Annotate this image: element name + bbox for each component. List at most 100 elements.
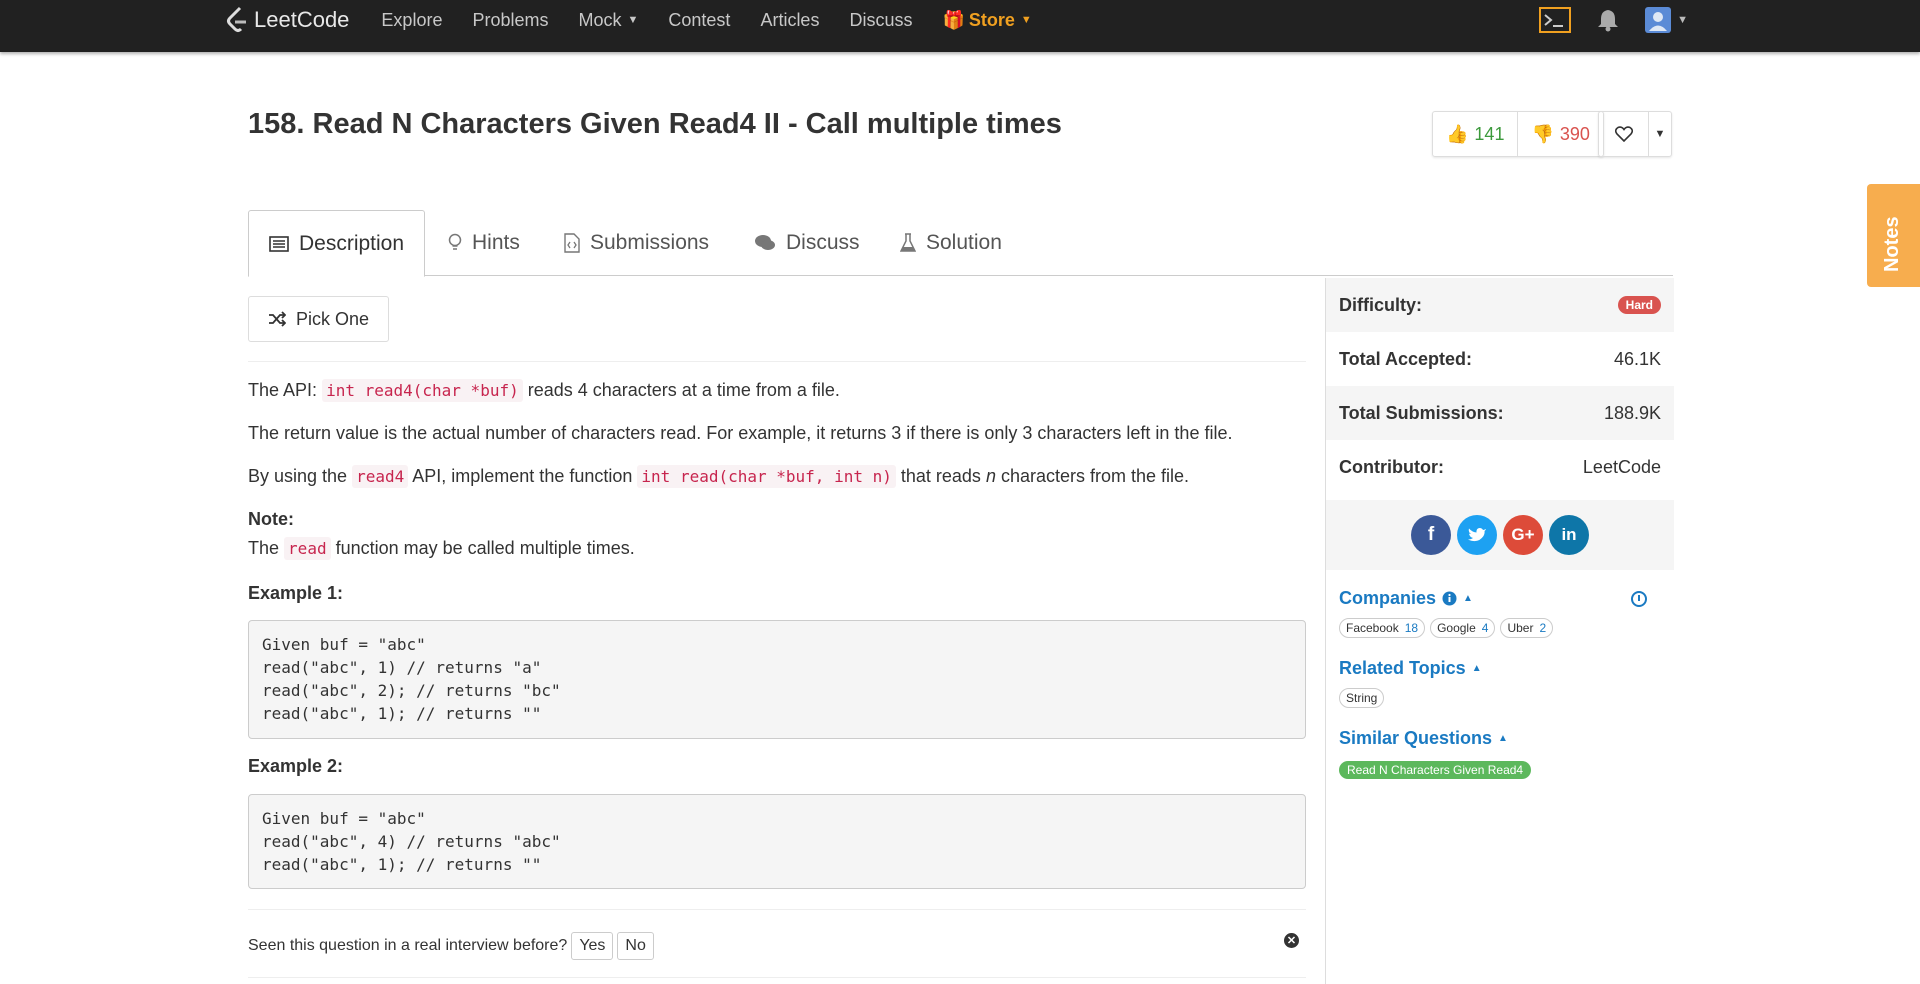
p3-n: n	[985, 466, 996, 486]
company-tag[interactable]: Google 4	[1430, 618, 1496, 638]
related-topics-toggle[interactable]: Related Topics ▲	[1339, 658, 1482, 679]
similar-questions-toggle[interactable]: Similar Questions ▲	[1339, 728, 1508, 749]
problem-tabs: Description Hints Submissions Discuss So…	[248, 210, 1673, 277]
clock-icon[interactable]	[1631, 591, 1647, 607]
tab-discuss[interactable]: Discuss	[754, 210, 860, 276]
note-text: The read function may be called multiple…	[248, 537, 635, 560]
company-tag[interactable]: Uber 2	[1500, 618, 1554, 638]
favorite-group: ▼	[1598, 111, 1672, 157]
p3-text-a: By using the	[248, 466, 348, 486]
interview-no-button[interactable]: No	[617, 932, 654, 960]
tab-description[interactable]: Description	[248, 210, 426, 277]
nav-explore[interactable]: Explore	[381, 10, 442, 31]
problem-title: 158. Read N Characters Given Read4 II - …	[248, 108, 1062, 140]
code-read-signature: int read(char *buf, int n)	[637, 465, 896, 488]
nav-problems[interactable]: Problems	[472, 10, 548, 31]
pick-one-label: Pick One	[295, 308, 370, 329]
tab-solution-label: Solution	[926, 231, 1002, 254]
gift-icon: 🎁	[942, 9, 965, 30]
accepted-label: Total Accepted:	[1339, 348, 1473, 369]
nav-mock-label: Mock	[578, 9, 622, 30]
nav-discuss[interactable]: Discuss	[849, 10, 912, 31]
tab-discuss-label: Discuss	[786, 231, 860, 254]
code-line: Given buf = "abc"	[262, 635, 426, 654]
code-read4: read4	[352, 465, 409, 488]
heart-icon	[1614, 126, 1633, 142]
comments-icon	[755, 235, 775, 250]
close-icon[interactable]: ✕	[1284, 933, 1299, 948]
list-icon	[269, 235, 289, 252]
difficulty-label: Difficulty:	[1339, 294, 1422, 315]
google-plus-icon[interactable]: G+	[1503, 515, 1543, 555]
code-line: read("abc", 1); // returns ""	[262, 855, 542, 874]
code-line: read("abc", 1) // returns "a"	[262, 658, 542, 677]
tab-solution[interactable]: Solution	[900, 210, 1002, 276]
interview-yes-button[interactable]: Yes	[571, 932, 614, 960]
company-count: 4	[1481, 621, 1489, 635]
tab-hints-label: Hints	[472, 231, 520, 254]
favorite-dropdown[interactable]: ▼	[1649, 112, 1671, 156]
caret-down-icon: ▼	[1020, 14, 1032, 26]
favorite-button[interactable]	[1599, 112, 1649, 156]
caret-down-icon: ▼	[1654, 128, 1666, 140]
nav-articles[interactable]: Articles	[760, 10, 819, 31]
terminal-icon[interactable]	[1539, 7, 1572, 33]
companies-title: Companies	[1339, 588, 1437, 608]
problem-sidebar: Difficulty: Hard Total Accepted: 46.1K T…	[1325, 278, 1674, 984]
logo-text: LeetCode	[254, 7, 350, 32]
code-file-icon	[564, 233, 580, 253]
code-read: read	[284, 537, 331, 560]
flask-icon	[900, 233, 916, 252]
example2-code-block: Given buf = "abc" read("abc", 4) // retu…	[248, 794, 1306, 889]
nav-store-label: Store	[968, 9, 1015, 30]
notes-tab[interactable]: Notes	[1867, 184, 1920, 287]
code-line: read("abc", 2); // returns "bc"	[262, 681, 561, 700]
submissions-label: Total Submissions:	[1339, 402, 1504, 423]
facebook-icon[interactable]: f	[1411, 515, 1451, 555]
interview-question: Seen this question in a real interview b…	[248, 937, 568, 954]
leetcode-logo-icon	[227, 6, 246, 32]
company-tag[interactable]: Facebook 18	[1339, 618, 1426, 638]
pick-one-button[interactable]: Pick One	[248, 296, 389, 342]
code-line: read("abc", 4) // returns "abc"	[262, 832, 561, 851]
note-text-a: The	[248, 538, 280, 558]
company-name: Facebook	[1346, 621, 1399, 635]
submissions-row: Total Submissions: 188.9K	[1326, 386, 1674, 440]
example2-heading: Example 2:	[248, 756, 344, 776]
p1-text-b: reads 4 characters at a time from a file…	[527, 380, 840, 400]
companies-toggle[interactable]: Companies ▲	[1339, 588, 1473, 609]
tab-submissions-label: Submissions	[590, 231, 710, 254]
topic-tag[interactable]: String	[1339, 688, 1385, 708]
submissions-value: 188.9K	[1603, 402, 1661, 423]
tab-hints[interactable]: Hints	[448, 210, 520, 276]
thumbs-up-icon: 👍	[1446, 123, 1469, 144]
avatar-icon[interactable]	[1645, 7, 1672, 33]
twitter-icon[interactable]	[1457, 515, 1497, 555]
tab-description-label: Description	[299, 231, 405, 255]
company-count: 18	[1404, 621, 1419, 635]
nav-contest[interactable]: Contest	[668, 10, 730, 31]
leetcode-logo[interactable]: LeetCode	[226, 6, 349, 34]
caret-down-icon[interactable]: ▼	[1677, 14, 1688, 26]
paragraph-api: The API: int read4(char *buf) reads 4 ch…	[248, 379, 840, 402]
divider	[248, 977, 1306, 978]
topic-tags: String	[1339, 688, 1385, 708]
similar-question-tag[interactable]: Read N Characters Given Read4	[1339, 761, 1532, 779]
linkedin-icon[interactable]: in	[1549, 515, 1589, 555]
like-button[interactable]: 👍 141	[1433, 112, 1519, 156]
contributor-value[interactable]: LeetCode	[1583, 457, 1661, 478]
lightbulb-icon	[448, 233, 462, 250]
dislike-button[interactable]: 👎 390	[1518, 112, 1602, 156]
code-line: read("abc", 1); // returns ""	[262, 704, 542, 723]
nav-mock[interactable]: Mock ▼	[578, 10, 638, 31]
difficulty-row: Difficulty: Hard	[1326, 278, 1674, 332]
bell-icon[interactable]	[1597, 8, 1619, 32]
nav-store[interactable]: 🎁 Store ▼	[942, 10, 1031, 31]
info-icon	[1442, 591, 1457, 606]
share-buttons: f G+ in	[1326, 500, 1674, 570]
tab-submissions[interactable]: Submissions	[564, 210, 709, 276]
company-count: 2	[1539, 621, 1547, 635]
p3-text-d: characters from the file.	[1000, 466, 1190, 486]
p3-text-c: that reads	[900, 466, 981, 486]
note-text-b: function may be called multiple times.	[335, 538, 635, 558]
